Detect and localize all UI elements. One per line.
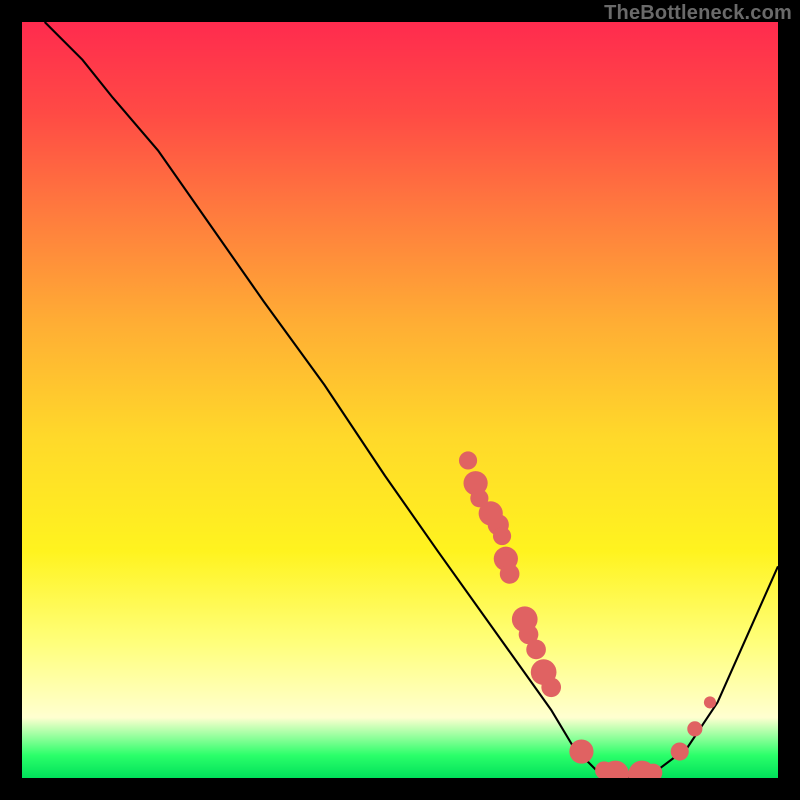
watermark-text: TheBottleneck.com [604, 2, 792, 25]
data-marker [493, 527, 511, 545]
data-marker [500, 564, 520, 584]
data-marker [541, 677, 561, 697]
data-marker [704, 696, 716, 708]
bottleneck-curve [45, 22, 778, 778]
data-markers [459, 451, 716, 778]
data-marker [569, 739, 593, 763]
data-marker [671, 742, 689, 760]
data-marker [687, 721, 702, 736]
chart-svg [22, 22, 778, 778]
data-marker [459, 451, 477, 469]
gradient-plot-area [22, 22, 778, 778]
data-marker [526, 640, 546, 660]
